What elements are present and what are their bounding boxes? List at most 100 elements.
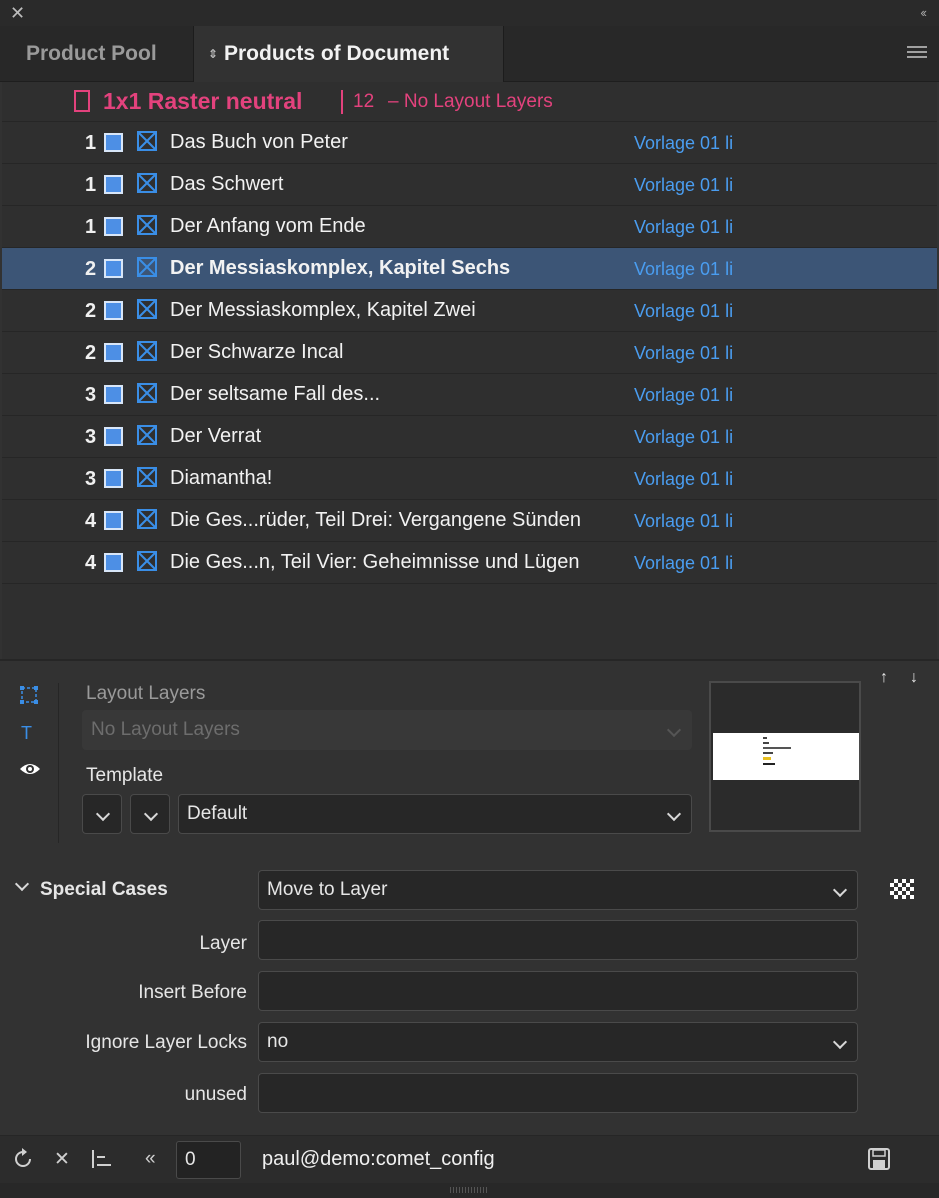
table-row[interactable]: 1 Das Schwert Vorlage 01 li (2, 164, 937, 206)
group-row[interactable]: 1x1 Raster neutral 12 – No Layout Layers (2, 82, 937, 122)
product-template-link[interactable]: Vorlage 01 li (634, 217, 733, 238)
product-name: Der Anfang vom Ende (170, 215, 366, 237)
table-row[interactable]: 3 Diamantha! Vorlage 01 li (2, 458, 937, 500)
product-template-link[interactable]: Vorlage 01 li (634, 133, 733, 154)
align-left-icon[interactable] (90, 1148, 114, 1170)
tab-product-pool[interactable]: Product Pool (0, 26, 192, 82)
product-template-link[interactable]: Vorlage 01 li (634, 301, 733, 322)
table-row[interactable]: 3 Der Verrat Vorlage 01 li (2, 416, 937, 458)
product-checkbox[interactable] (104, 217, 123, 236)
special-cases-action-value: Move to Layer (267, 879, 388, 900)
page-number: 2 (85, 300, 97, 322)
placeholder-frame-icon (137, 425, 157, 445)
counter-value: 0 (185, 1149, 196, 1170)
product-list: 1x1 Raster neutral 12 – No Layout Layers… (2, 82, 937, 660)
preview-thumbnail-icon (763, 737, 791, 765)
product-checkbox[interactable] (104, 553, 123, 572)
product-template-link[interactable]: Vorlage 01 li (634, 259, 733, 280)
properties-section: T Layout Layers No Layout Layers Templat… (0, 661, 939, 851)
page-frame-icon (74, 90, 90, 112)
chevron-down-icon (832, 1034, 848, 1050)
special-cases-action-dropdown[interactable]: Move to Layer (258, 870, 858, 910)
product-checkbox[interactable] (104, 385, 123, 404)
table-row[interactable]: 4 Die Ges...n, Teil Vier: Geheimnisse und… (2, 542, 937, 584)
table-row[interactable]: 2 Der Messiaskomplex, Kapitel Zwei Vorlage… (2, 290, 937, 332)
config-label: paul@demo:comet_config (262, 1148, 495, 1170)
tab-label: Products of Document (224, 42, 450, 65)
expand-chevron-icon[interactable] (14, 876, 30, 892)
product-name: Das Schwert (170, 173, 284, 195)
clear-icon[interactable]: ✕ (54, 1148, 70, 1171)
chevron-down-icon (666, 722, 682, 738)
table-row[interactable]: 4 Die Ges...rüder, Teil Drei: Vergangene … (2, 500, 937, 542)
close-icon[interactable]: ✕ (10, 4, 25, 22)
product-checkbox[interactable] (104, 259, 123, 278)
product-checkbox[interactable] (104, 133, 123, 152)
product-template-link[interactable]: Vorlage 01 li (634, 343, 733, 364)
insert-before-input[interactable] (258, 971, 858, 1011)
page-number: 2 (85, 342, 97, 364)
product-checkbox[interactable] (104, 301, 123, 320)
eye-icon[interactable] (19, 761, 41, 777)
unused-input[interactable] (258, 1073, 858, 1113)
special-cases-section: Special Cases Move to Layer Layer Insert… (0, 861, 939, 1121)
table-row[interactable]: 1 Das Buch von Peter Vorlage 01 li (2, 122, 937, 164)
refresh-icon[interactable] (12, 1148, 34, 1170)
chevron-down-icon (95, 806, 111, 822)
rewind-icon[interactable]: « (145, 1148, 156, 1170)
product-checkbox[interactable] (104, 511, 123, 530)
table-row[interactable]: 2 Der Schwarze Incal Vorlage 01 li (2, 332, 937, 374)
text-tool-icon[interactable]: T (21, 723, 32, 744)
product-template-link[interactable]: Vorlage 01 li (634, 553, 733, 574)
panel-tabs: Product Pool ⇕ Products of Document (0, 26, 939, 83)
product-template-link[interactable]: Vorlage 01 li (634, 427, 733, 448)
group-count: 12 (353, 91, 375, 112)
tab-products-of-document[interactable]: ⇕ Products of Document (193, 26, 504, 83)
template-dropdown-small-2[interactable] (130, 794, 170, 834)
placeholder-frame-icon (137, 383, 157, 403)
arrow-up-icon[interactable]: ↑ (880, 669, 888, 687)
arrow-down-icon[interactable]: ↓ (910, 669, 918, 687)
sort-updown-icon: ⇕ (208, 47, 219, 61)
table-row[interactable]: 1 Der Anfang vom Ende Vorlage 01 li (2, 206, 937, 248)
product-checkbox[interactable] (104, 469, 123, 488)
product-checkbox[interactable] (104, 343, 123, 362)
product-template-link[interactable]: Vorlage 01 li (634, 175, 733, 196)
product-template-link[interactable]: Vorlage 01 li (634, 511, 733, 532)
placeholder-frame-icon (137, 551, 157, 571)
layout-layers-value: No Layout Layers (91, 719, 240, 740)
preview-page (713, 733, 859, 780)
layer-input[interactable] (258, 920, 858, 960)
collapse-panel-icon[interactable]: ‹‹ (920, 5, 927, 20)
product-name: Die Ges...n, Teil Vier: Geheimnisse und … (170, 551, 580, 573)
product-template-link[interactable]: Vorlage 01 li (634, 385, 733, 406)
resize-grip[interactable] (0, 1183, 939, 1198)
product-name: Der Messiaskomplex, Kapitel Zwei (170, 299, 476, 321)
product-checkbox[interactable] (104, 175, 123, 194)
product-template-link[interactable]: Vorlage 01 li (634, 469, 733, 490)
template-value: Default (187, 803, 248, 824)
product-name: Der Messiaskomplex, Kapitel Sechs (170, 257, 511, 279)
panel-menu-icon[interactable] (907, 46, 927, 61)
save-icon[interactable] (868, 1148, 890, 1170)
frame-select-icon[interactable] (19, 685, 39, 705)
checkerboard-icon[interactable] (890, 879, 914, 899)
group-name: 1x1 Raster neutral (103, 88, 303, 114)
group-separator (341, 90, 343, 114)
table-row[interactable]: 3 Der seltsame Fall des... Vorlage 01 li (2, 374, 937, 416)
layer-label: Layer (199, 933, 247, 954)
ignore-layer-locks-dropdown[interactable]: no (258, 1022, 858, 1062)
table-row[interactable]: 2 Der Messiaskomplex, Kapitel Sechs Vorlag… (2, 248, 937, 290)
ignore-layer-locks-value: no (267, 1031, 289, 1052)
page-number: 2 (85, 258, 97, 280)
product-checkbox[interactable] (104, 427, 123, 446)
template-dropdown[interactable]: Default (178, 794, 692, 834)
chevron-down-icon (143, 806, 159, 822)
product-name: Das Buch von Peter (170, 131, 348, 153)
counter-field[interactable]: 0 (176, 1141, 241, 1179)
page-number: 1 (85, 174, 97, 196)
template-dropdown-small-1[interactable] (82, 794, 122, 834)
placeholder-frame-icon (137, 509, 157, 529)
template-preview (709, 681, 861, 832)
product-name: Der seltsame Fall des... (170, 383, 381, 405)
